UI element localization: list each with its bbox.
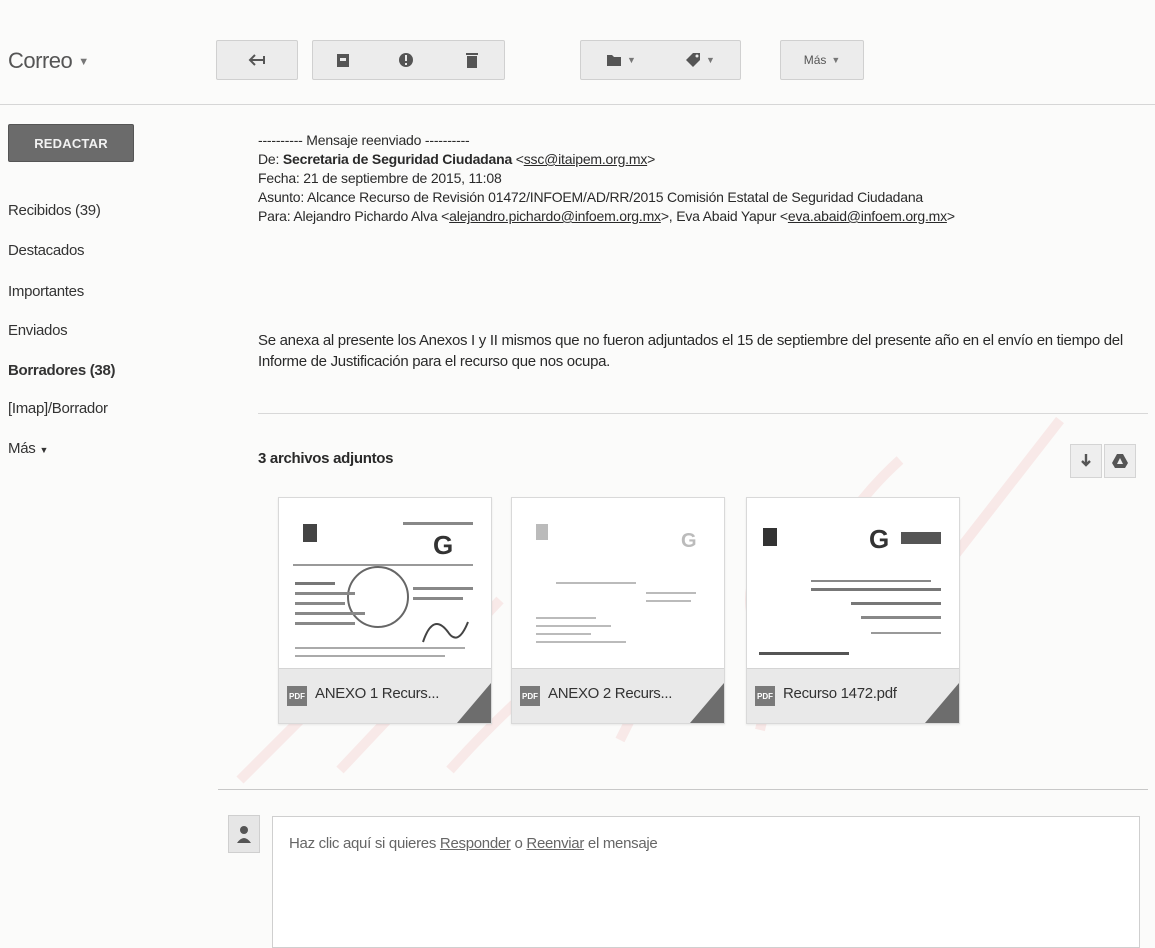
sidebar-item-starred[interactable]: Destacados: [8, 242, 85, 259]
attachment-card-2[interactable]: G PDF ANEXO 2 Recurs...: [511, 497, 725, 724]
to-name-2: Eva Abaid Yapur: [676, 208, 777, 224]
page-fold-icon: [457, 683, 491, 723]
drive-icon: [1112, 454, 1128, 468]
delete-button[interactable]: [440, 40, 505, 80]
labels-button[interactable]: ▼: [660, 40, 741, 80]
sidebar-item-drafts[interactable]: Borradores (38): [8, 362, 116, 379]
from-name: Secretaria de Seguridad Ciudadana: [282, 151, 513, 167]
compose-button[interactable]: REDACTAR: [8, 124, 134, 162]
sidebar-item-imap-drafts[interactable]: [Imap]/Borrador: [8, 400, 108, 417]
divider: [258, 413, 1148, 414]
more-label: Más: [803, 53, 827, 67]
archive-icon: [337, 54, 349, 67]
to-line: Para: Alejandro Pichardo Alva <alejandro…: [258, 208, 955, 224]
top-toolbar: Correo ▼ ▼ ▼ Más ▼: [0, 0, 1155, 105]
svg-text:G: G: [681, 530, 697, 552]
pdf-icon: PDF: [287, 686, 307, 706]
reply-box[interactable]: Haz clic aquí si quieres Responder o Ree…: [272, 816, 1140, 948]
page-fold-icon: [925, 683, 959, 723]
reply-link[interactable]: Responder: [440, 835, 511, 852]
attachment-name: Recurso 1472.pdf: [783, 685, 897, 702]
svg-text:G: G: [869, 524, 889, 554]
message-body: Se anexa al presente los Anexos I y II m…: [258, 332, 1123, 370]
attachment-card-3[interactable]: G PDF Recurso 1472.pdf: [746, 497, 960, 724]
move-to-button[interactable]: ▼: [580, 40, 662, 80]
divider: [218, 789, 1148, 790]
more-button[interactable]: Más ▼: [780, 40, 864, 80]
chevron-down-icon: ▼: [627, 55, 636, 65]
to-name-1: Alejandro Pichardo Alva: [293, 208, 438, 224]
sidebar-item-sent[interactable]: Enviados: [8, 322, 68, 339]
app-title: Correo: [8, 48, 73, 73]
forward-header: ---------- Mensaje reenviado ----------: [258, 132, 470, 148]
attachment-card-1[interactable]: G PDF ANEXO 1 Recurs...: [278, 497, 492, 724]
chevron-down-icon: ▼: [39, 445, 49, 455]
to-email-2-link[interactable]: eva.abaid@infoem.org.mx: [788, 208, 947, 224]
archive-button[interactable]: [312, 40, 374, 80]
from-label: De:: [258, 151, 280, 167]
download-icon: [1081, 454, 1091, 467]
reply-prompt-prefix: Haz clic aquí si quieres: [289, 835, 437, 852]
date-line: Fecha: 21 de septiembre de 2015, 11:08: [258, 170, 502, 186]
sidebar-item-important[interactable]: Importantes: [8, 283, 84, 300]
save-to-drive-button[interactable]: [1104, 444, 1136, 478]
attachment-preview-3: G: [751, 502, 955, 667]
attachment-name: ANEXO 1 Recurs...: [315, 685, 440, 702]
sidebar-item-more[interactable]: Más ▼: [8, 440, 48, 457]
reply-prompt-suffix: el mensaje: [587, 835, 658, 852]
attachment-preview-2: G: [516, 502, 720, 667]
document-preview-image: G: [759, 524, 941, 655]
chevron-down-icon: ▼: [831, 55, 841, 65]
attachment-footer: PDF ANEXO 2 Recurs...: [512, 668, 724, 723]
avatar: [228, 815, 260, 853]
sidebar-more-label: Más: [8, 440, 36, 457]
folder-move-icon: [607, 55, 622, 66]
pdf-icon: PDF: [755, 686, 775, 706]
label-icon: [686, 53, 701, 67]
report-spam-button[interactable]: [372, 40, 441, 80]
forward-link[interactable]: Reenviar: [526, 835, 584, 852]
page-fold-icon: [690, 683, 724, 723]
back-arrow-icon: [248, 54, 265, 66]
attachment-preview-1: G: [283, 502, 487, 667]
report-spam-icon: [399, 53, 413, 67]
from-email-link[interactable]: ssc@itaipem.org.mx: [524, 151, 648, 167]
subject-line: Asunto: Alcance Recurso de Revisión 0147…: [258, 189, 924, 205]
attachment-footer: PDF ANEXO 1 Recurs...: [279, 668, 491, 723]
to-label: Para:: [258, 208, 291, 224]
chevron-down-icon: ▼: [706, 55, 715, 65]
trash-icon: [466, 53, 478, 68]
reply-prompt: Haz clic aquí si quieres Responder o Ree…: [289, 835, 658, 852]
back-button[interactable]: [216, 40, 298, 80]
user-icon: [237, 826, 251, 843]
svg-text:G: G: [433, 530, 453, 560]
document-preview-image: G: [536, 524, 697, 643]
attachment-footer: PDF Recurso 1472.pdf: [747, 668, 959, 723]
attachments-title: 3 archivos adjuntos: [258, 450, 394, 467]
sidebar-item-inbox[interactable]: Recibidos (39): [8, 202, 101, 219]
attachment-name: ANEXO 2 Recurs...: [548, 685, 673, 702]
download-all-button[interactable]: [1070, 444, 1102, 478]
document-preview-image: G: [293, 522, 473, 657]
pdf-icon: PDF: [520, 686, 540, 706]
to-email-1-link[interactable]: alejandro.pichardo@infoem.org.mx: [449, 208, 661, 224]
app-switcher[interactable]: Correo ▼: [8, 48, 89, 74]
from-line: De: Secretaria de Seguridad Ciudadana <s…: [258, 151, 656, 167]
reply-prompt-middle: o: [514, 835, 523, 852]
chevron-down-icon: ▼: [78, 56, 89, 69]
